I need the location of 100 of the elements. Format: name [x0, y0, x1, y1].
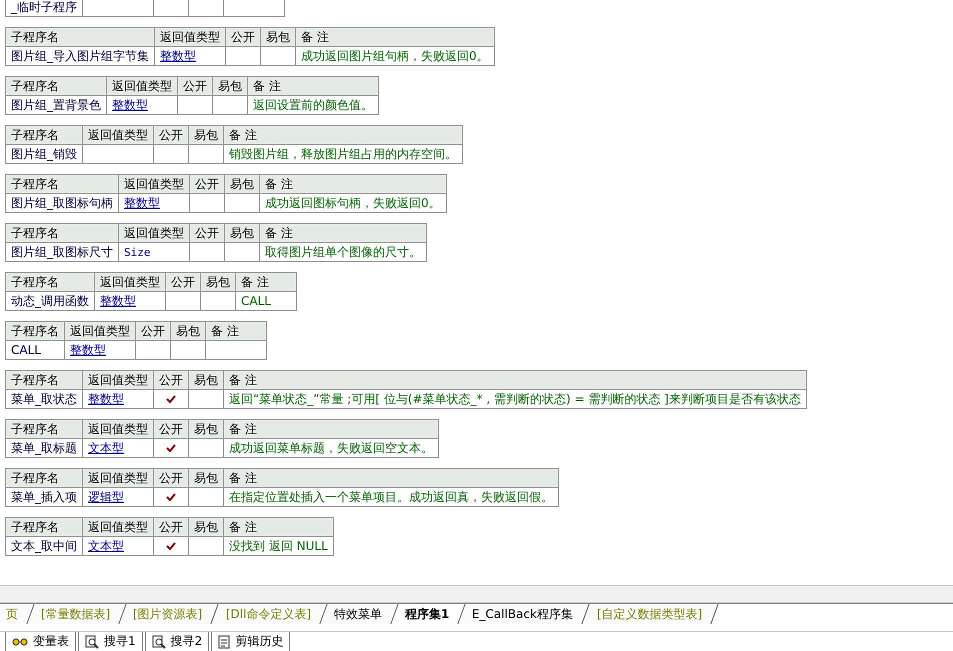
column-header: 子程序名 — [6, 370, 82, 390]
column-header: 备 注 — [260, 174, 446, 194]
search-icon — [152, 634, 166, 648]
column-header: 易包 — [188, 370, 224, 390]
note-cell: 返回设置前的颜色值。 — [248, 96, 378, 114]
type-cell — [82, 0, 154, 16]
sheet-tab[interactable]: [Dll命令定义表] — [212, 604, 328, 624]
note-cell: 返回“菜单状态_”常量 ;可用[ 位与(#菜单状态_* , 需判断的状态) = 需判断的状态 ]来判断项目是否有该状态 — [224, 390, 806, 408]
column-header: 备 注 — [206, 322, 266, 340]
column-header: 备 注 — [236, 272, 296, 292]
note-cell: 取得图片组单个图像的尺寸。 — [260, 242, 426, 262]
column-header: 返回值类型 — [154, 28, 226, 46]
panel-tab[interactable]: 变量表 — [5, 632, 76, 651]
panel-tab[interactable]: 剪辑历史 — [211, 632, 290, 651]
column-header: 备 注 — [224, 370, 806, 390]
note-cell: CALL — [236, 292, 296, 310]
column-header: 公开 — [154, 468, 188, 488]
type-link[interactable]: 文本型 — [88, 440, 124, 454]
column-header: 公开 — [154, 126, 188, 144]
sheet-tab[interactable]: 页 — [0, 604, 35, 624]
column-header: 子程序名 — [6, 174, 118, 194]
name-cell: 图片组_取图标尺寸 — [6, 242, 118, 262]
column-header: 易包 — [188, 518, 224, 536]
panel-tab[interactable]: 搜寻2 — [144, 632, 210, 651]
note-cell: 成功返回图片组句柄，失败返回0。 — [296, 46, 494, 66]
type-link[interactable]: 整数型 — [100, 294, 136, 308]
column-header: 返回值类型 — [82, 420, 154, 438]
column-header: 易包 — [224, 224, 260, 242]
name-cell: 文本_取中间 — [6, 536, 82, 556]
name-cell: _临时子程序 — [6, 0, 82, 16]
column-header: 易包 — [188, 468, 224, 488]
column-header: 返回值类型 — [94, 272, 166, 292]
glasses-icon — [12, 636, 28, 646]
column-header: 易包 — [188, 126, 224, 144]
column-header: 子程序名 — [6, 28, 154, 46]
package-cell — [224, 194, 260, 212]
name-cell: 菜单_取标题 — [6, 438, 82, 458]
public-cell — [154, 144, 188, 164]
type-link[interactable]: 整数型 — [124, 196, 160, 210]
type-link[interactable]: 整数型 — [88, 392, 124, 406]
column-header: 子程序名 — [6, 322, 64, 340]
column-header: 备 注 — [296, 28, 494, 46]
type-link[interactable]: 整数型 — [70, 342, 106, 356]
note-cell: 成功返回菜单标题，失败返回空文本。 — [224, 438, 438, 458]
name-cell: 动态_调用函数 — [6, 292, 94, 310]
column-header: 返回值类型 — [118, 174, 190, 194]
sheet-tab[interactable]: E_CallBack程序集 — [458, 604, 590, 624]
package-cell — [260, 46, 296, 66]
name-cell: 菜单_插入项 — [6, 488, 82, 506]
column-header: 返回值类型 — [64, 322, 136, 340]
type-link[interactable]: 逻辑型 — [88, 490, 124, 504]
column-header: 返回值类型 — [82, 370, 154, 390]
column-header: 备 注 — [260, 224, 426, 242]
column-header: 子程序名 — [6, 126, 82, 144]
column-header: 公开 — [136, 322, 170, 340]
column-header: 备 注 — [224, 468, 558, 488]
horizontal-scrollbar[interactable] — [0, 585, 953, 603]
column-header: 返回值类型 — [106, 76, 178, 96]
name-cell: CALL — [6, 340, 64, 360]
column-header: 公开 — [154, 518, 188, 536]
column-header: 易包 — [212, 76, 248, 96]
column-header: 公开 — [166, 272, 200, 292]
column-header: 返回值类型 — [82, 518, 154, 536]
note-cell: 在指定位置处插入一个菜单项目。成功返回真，失败返回假。 — [224, 488, 558, 506]
column-header: 子程序名 — [6, 224, 118, 242]
package-cell — [200, 292, 236, 310]
column-header: 易包 — [170, 322, 206, 340]
type-link[interactable]: 整数型 — [160, 48, 196, 62]
public-cell — [154, 0, 188, 16]
column-header: 公开 — [190, 174, 224, 194]
document-icon — [218, 634, 230, 648]
type-text: Size — [124, 246, 150, 259]
sheet-tab[interactable]: [常量数据表] — [27, 604, 128, 624]
type-link[interactable]: 整数型 — [112, 98, 148, 112]
column-header: 公开 — [154, 420, 188, 438]
name-cell: 菜单_取状态 — [6, 390, 82, 408]
package-cell — [188, 0, 224, 16]
name-cell: 图片组_导入图片组字节集 — [6, 46, 154, 66]
column-header: 子程序名 — [6, 272, 94, 292]
sheet-tab[interactable]: 程序集1 — [391, 604, 466, 624]
note-cell: 没找到 返回 NULL — [224, 536, 334, 556]
note-cell — [206, 340, 266, 360]
note-cell: 成功返回图标句柄，失败返回0。 — [260, 194, 446, 212]
sheet-tab[interactable]: 特效菜单 — [320, 604, 399, 624]
name-cell: 图片组_取图标句柄 — [6, 194, 118, 212]
column-header: 易包 — [260, 28, 296, 46]
column-header: 备 注 — [224, 126, 462, 144]
column-header: 备 注 — [224, 518, 334, 536]
type-link[interactable]: 文本型 — [88, 538, 124, 552]
sheet-tab[interactable]: [自定义数据类型表] — [582, 604, 719, 624]
column-header: 返回值类型 — [82, 468, 154, 488]
package-cell — [170, 340, 206, 360]
column-header: 备 注 — [224, 420, 438, 438]
package-cell — [224, 242, 260, 262]
panel-tab[interactable]: 搜寻1 — [78, 632, 143, 651]
column-header: 易包 — [200, 272, 236, 292]
column-header: 子程序名 — [6, 420, 82, 438]
sheet-tab[interactable]: [图片资源表] — [120, 604, 220, 624]
note-cell — [224, 0, 284, 16]
column-header: 易包 — [224, 174, 260, 194]
